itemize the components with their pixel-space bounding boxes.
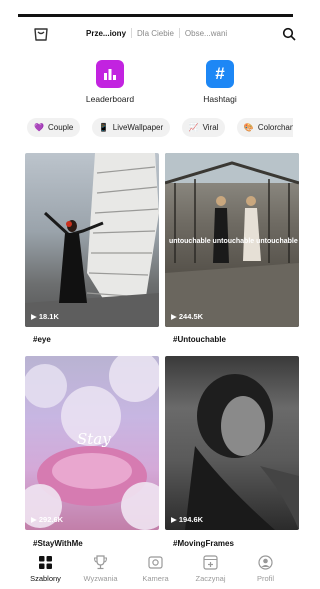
card-caption[interactable]: #eye: [33, 335, 51, 344]
template-card-untouchable[interactable]: untouchable untouchable untouchable ▶ 24…: [165, 153, 299, 327]
grid-icon: [39, 556, 52, 569]
camera-icon: [148, 556, 163, 569]
chip-label: Colorchange: [257, 123, 293, 132]
nav-challenges[interactable]: Wyzwania: [73, 551, 128, 589]
profile-icon: [258, 555, 273, 570]
phone-icon: 📱: [98, 123, 109, 132]
chip-couple[interactable]: 💜 Couple: [27, 118, 81, 137]
chip-viral[interactable]: 📈 Viral: [181, 118, 226, 137]
card-caption[interactable]: #StayWithMe: [33, 539, 83, 548]
nav-label: Zaczynaj: [195, 574, 226, 583]
nav-label: Kamera: [142, 574, 169, 583]
purple-heart-icon: 💜: [34, 123, 44, 132]
search-icon[interactable]: [282, 27, 296, 41]
card-thumbnail: [25, 153, 159, 327]
overlay-text: Stay: [77, 430, 111, 448]
nav-label: Profil: [256, 574, 275, 583]
chip-livewallpaper[interactable]: 📱 LiveWallpaper: [91, 118, 171, 137]
hashtag-chips: 💜 Couple 📱 LiveWallpaper 📈 Viral 🎨 Color…: [27, 118, 293, 138]
tab-for-you[interactable]: Dla Ciebie: [132, 29, 179, 38]
view-count: ▶ 292.6K: [31, 515, 64, 524]
bottom-navigation: Szablony Wyzwania Kamera Zaczynaj Profil: [18, 551, 293, 589]
tab-popular[interactable]: Prze...iony: [86, 29, 131, 38]
template-card-staywithme[interactable]: Stay ▶ 292.6K: [25, 356, 159, 530]
top-divider: [18, 14, 293, 17]
template-card-eye[interactable]: ▶ 18.1K: [25, 153, 159, 327]
template-card-movingframes[interactable]: ▶ 194.6K: [165, 356, 299, 530]
hashtags-link[interactable]: # Hashtagi: [190, 60, 250, 104]
add-frame-icon: [203, 555, 218, 570]
card-thumbnail: [185, 374, 299, 530]
nav-camera[interactable]: Kamera: [128, 551, 183, 589]
bar-chart-icon: [96, 60, 124, 88]
card-caption[interactable]: #MovingFrames: [173, 539, 234, 548]
nav-start[interactable]: Zaczynaj: [183, 551, 238, 589]
card-thumbnail: untouchable untouchable untouchable: [165, 153, 299, 327]
hashtag-icon: #: [206, 60, 234, 88]
view-count: ▶ 194.6K: [171, 515, 204, 524]
leaderboard-link[interactable]: Leaderboard: [80, 60, 140, 104]
nav-templates[interactable]: Szablony: [18, 551, 73, 589]
feed-tabs: Prze...iony Dla Ciebie Obse...wani: [86, 28, 232, 38]
header: Prze...iony Dla Ciebie Obse...wani: [0, 22, 296, 48]
card-caption[interactable]: #Untouchable: [173, 335, 226, 344]
rising-chart-icon: 📈: [188, 123, 199, 132]
card-thumbnail: Stay: [25, 356, 159, 530]
view-count: ▶ 18.1K: [31, 312, 59, 321]
tab-following[interactable]: Obse...wani: [180, 29, 232, 38]
palette-icon: 🎨: [243, 123, 254, 132]
view-count: ▶ 244.5K: [171, 312, 204, 321]
chip-label: Couple: [47, 123, 74, 132]
trophy-icon: [93, 555, 108, 570]
nav-profile[interactable]: Profil: [238, 551, 293, 589]
hashtags-label: Hashtagi: [203, 94, 237, 104]
chip-colorchange[interactable]: 🎨 Colorchange: [236, 118, 293, 137]
overlay-text: untouchable untouchable untouchable: [169, 238, 298, 245]
nav-label: Wyzwania: [83, 574, 118, 583]
leaderboard-label: Leaderboard: [85, 94, 135, 104]
chip-label: LiveWallpaper: [112, 123, 164, 132]
nav-label: Szablony: [30, 574, 61, 583]
shopping-bag-icon[interactable]: [33, 26, 49, 42]
chip-label: Viral: [202, 123, 219, 132]
